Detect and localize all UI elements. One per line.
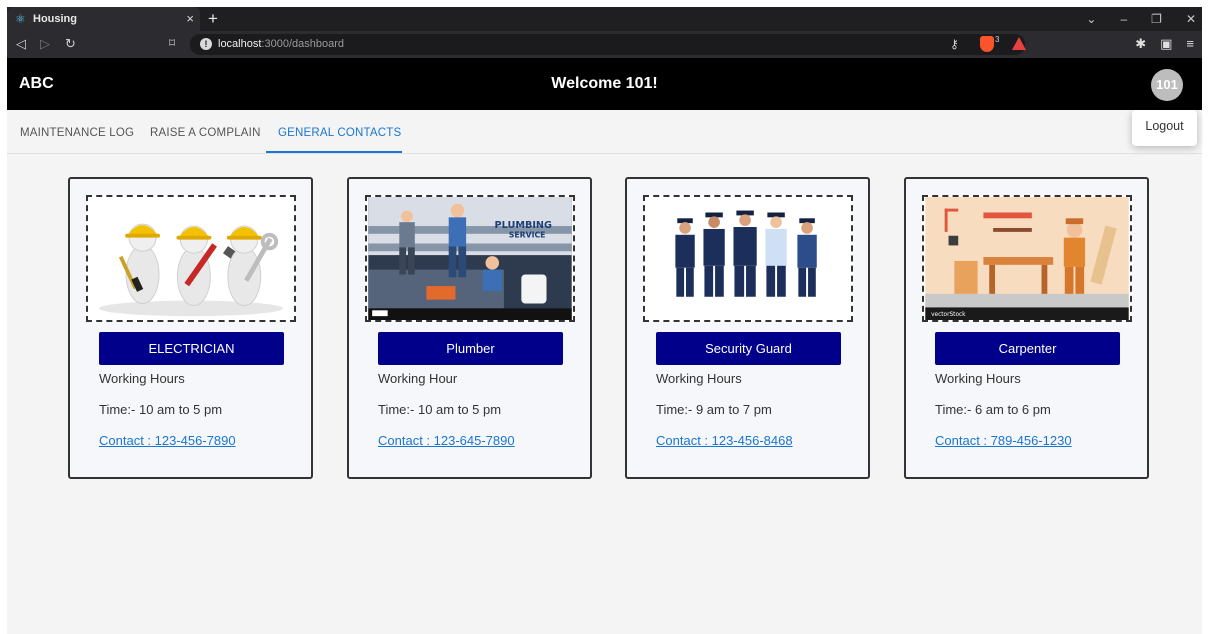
- welcome-title: Welcome 101!: [551, 75, 658, 92]
- app-header: ABC Welcome 101! 101: [7, 58, 1202, 110]
- menu-icon[interactable]: ≡: [1186, 36, 1194, 52]
- brave-rewards-icon[interactable]: [1012, 37, 1026, 50]
- plumbers-illustration: PLUMBING SERVICE: [368, 197, 572, 320]
- back-icon[interactable]: ◁: [16, 36, 26, 52]
- carpenter-illustration: vectorStock: [925, 197, 1129, 320]
- tab-general-contacts[interactable]: GENERAL CONTACTS: [278, 127, 401, 139]
- carpenter-button[interactable]: Carpenter: [935, 332, 1120, 365]
- shields-count-badge: 3: [995, 35, 1000, 44]
- dashboard-tabs: MAINTENANCE LOG RAISE A COMPLAIN GENERAL…: [7, 110, 1202, 154]
- plumber-image: PLUMBING SERVICE: [365, 195, 575, 322]
- svg-text:SERVICE: SERVICE: [509, 231, 546, 240]
- contact-link[interactable]: Contact : 789-456-1230: [935, 433, 1072, 448]
- working-time: Time:- 10 am to 5 pm: [378, 402, 502, 417]
- browser-tab-strip: ⚛ Housing × + ⌄ – ❐ ✕: [7, 7, 1202, 31]
- browser-tab-title: Housing: [33, 13, 77, 25]
- contact-link[interactable]: Contact : 123-456-8468: [656, 433, 793, 448]
- working-hours-label: Working Hours: [935, 371, 1021, 386]
- tab-raise-a-complain[interactable]: RAISE A COMPLAIN: [150, 127, 261, 139]
- working-time: Time:- 6 am to 6 pm: [935, 402, 1051, 417]
- security-guard-image: [643, 195, 853, 322]
- security-guard-button[interactable]: Security Guard: [656, 332, 841, 365]
- close-tab-icon[interactable]: ×: [186, 11, 194, 26]
- electrician-image: [86, 195, 296, 322]
- react-favicon-icon: ⚛: [15, 12, 26, 26]
- forward-icon[interactable]: ▷: [40, 36, 50, 52]
- contact-link[interactable]: Contact : 123-645-7890: [378, 433, 515, 448]
- working-hours-label: Working Hours: [99, 371, 185, 386]
- working-hours-label: Working Hours: [656, 371, 742, 386]
- svg-text:PLUMBING: PLUMBING: [495, 220, 552, 231]
- electrician-button[interactable]: ELECTRICIAN: [99, 332, 284, 365]
- address-bar[interactable]: ! localhost:3000/dashboard ⚷ 3: [190, 34, 1026, 55]
- browser-toolbar: ◁ ▷ ↻ ⌑ ! localhost:3000/dashboard ⚷ 3 ✱…: [7, 31, 1202, 58]
- contact-card-carpenter: vectorStock Carpenter Working Hours Time…: [904, 177, 1149, 479]
- contact-card-electrician: ELECTRICIAN Working Hours Time:- 10 am t…: [68, 177, 313, 479]
- extensions-puzzle-icon[interactable]: ✱: [1135, 36, 1146, 52]
- browser-tab[interactable]: ⚛ Housing ×: [7, 7, 200, 31]
- contact-link[interactable]: Contact : 123-456-7890: [99, 433, 236, 448]
- carpenter-image: vectorStock: [922, 195, 1132, 322]
- close-window-icon[interactable]: ✕: [1186, 12, 1196, 26]
- bookmark-icon[interactable]: ⌑: [169, 36, 175, 50]
- working-time: Time:- 10 am to 5 pm: [99, 402, 223, 417]
- new-tab-icon[interactable]: +: [208, 9, 218, 29]
- tab-search-chevron-icon[interactable]: ⌄: [1086, 12, 1096, 26]
- dashboard-main: MAINTENANCE LOG RAISE A COMPLAIN GENERAL…: [7, 110, 1202, 634]
- wallet-icon[interactable]: ▣: [1160, 36, 1172, 52]
- url-text: localhost:3000/dashboard: [218, 38, 344, 50]
- contact-card-security-guard: Security Guard Working Hours Time:- 9 am…: [625, 177, 870, 479]
- plumber-button[interactable]: Plumber: [378, 332, 563, 365]
- contact-card-plumber: PLUMBING SERVICE Plumber Working Hour Ti…: [347, 177, 592, 479]
- logout-menu-item[interactable]: Logout: [1132, 110, 1197, 146]
- window-controls: ⌄ – ❐ ✕: [1086, 12, 1196, 26]
- svg-text:vectorStock: vectorStock: [931, 312, 966, 318]
- security-guards-illustration: [646, 197, 850, 320]
- working-time: Time:- 9 am to 7 pm: [656, 402, 772, 417]
- working-hours-label: Working Hour: [378, 371, 458, 386]
- electricians-illustration: [89, 197, 293, 320]
- site-info-icon[interactable]: !: [200, 38, 212, 50]
- restore-icon[interactable]: ❐: [1151, 12, 1162, 26]
- tab-maintenance-log[interactable]: MAINTENANCE LOG: [20, 127, 134, 139]
- reload-icon[interactable]: ↻: [65, 36, 76, 52]
- extension-icons: ✱ ▣ ≡: [1135, 36, 1194, 52]
- brave-shields-icon[interactable]: [980, 36, 994, 52]
- minimize-icon[interactable]: –: [1120, 12, 1127, 26]
- key-icon[interactable]: ⚷: [950, 37, 959, 51]
- active-tab-indicator: [266, 151, 402, 153]
- user-avatar[interactable]: 101: [1151, 69, 1183, 101]
